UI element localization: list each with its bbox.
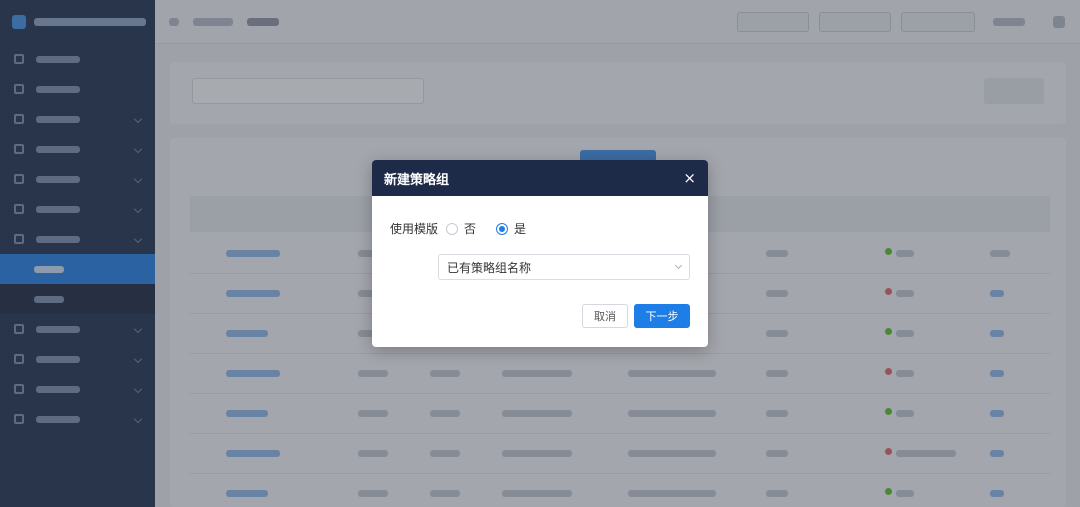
cancel-button[interactable]: 取消 — [582, 304, 628, 328]
strategy-group-select[interactable]: 已有策略组名称 — [438, 254, 690, 280]
radio-option-no[interactable]: 否 — [446, 220, 476, 237]
dialog-header: 新建策略组 × — [372, 160, 708, 196]
close-icon[interactable]: × — [683, 169, 696, 187]
chevron-down-icon — [674, 261, 683, 270]
radio-icon[interactable] — [446, 222, 459, 235]
use-template-row: 使用模版 否 是 — [390, 220, 546, 237]
use-template-label: 使用模版 — [390, 222, 439, 236]
next-button[interactable]: 下一步 — [634, 304, 690, 328]
radio-option-yes[interactable]: 是 — [496, 220, 526, 237]
radio-option-label: 否 — [464, 222, 477, 236]
radio-checked-icon[interactable] — [496, 222, 509, 235]
radio-option-label: 是 — [514, 222, 527, 236]
dialog-title: 新建策略组 — [384, 172, 450, 188]
select-value: 已有策略组名称 — [447, 260, 532, 275]
new-strategy-group-dialog: 新建策略组 × 使用模版 否 是 已有策略组名称 取消 下一步 — [372, 160, 708, 347]
